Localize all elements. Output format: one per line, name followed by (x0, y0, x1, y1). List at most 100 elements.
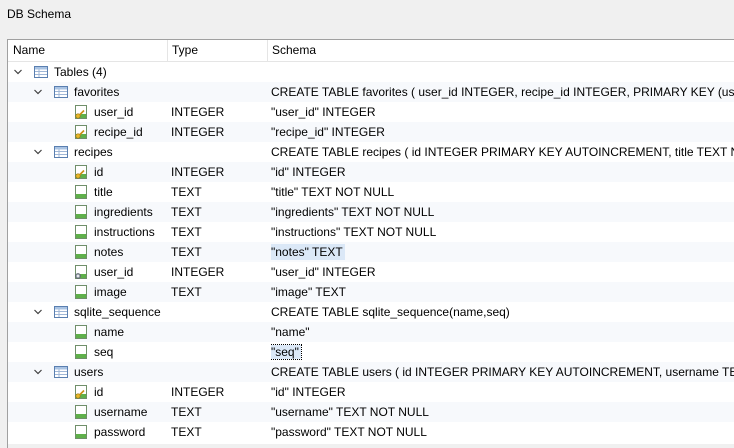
column-type: TEXT (171, 425, 202, 439)
table-schema: CREATE TABLE users ( id INTEGER PRIMARY … (271, 365, 734, 379)
chevron-down-icon[interactable] (33, 87, 43, 97)
table-icon (54, 366, 68, 378)
column-schema: "image" TEXT (271, 285, 346, 299)
schema-tree[interactable]: Name Type Schema Tables (4) favorites CREA… (7, 39, 734, 448)
chevron-down-icon[interactable] (33, 147, 43, 157)
table-schema: CREATE TABLE recipes ( id INTEGER PRIMAR… (271, 145, 734, 159)
column-schema: "username" TEXT NOT NULL (271, 405, 429, 419)
table-name: sqlite_sequence (74, 305, 161, 319)
table-icon (34, 66, 48, 78)
table-schema: CREATE TABLE sqlite_sequence(name,seq) (271, 305, 510, 319)
column-name: ingredients (94, 205, 153, 219)
column-schema: "user_id" INTEGER (271, 105, 376, 119)
column-row[interactable]: user_id INTEGER "user_id" INTEGER (8, 262, 734, 282)
column-type-cell (171, 342, 267, 362)
field-icon (75, 185, 87, 199)
table-row[interactable]: users CREATE TABLE users ( id INTEGER PRI… (8, 362, 734, 382)
header-name[interactable]: Name (8, 40, 167, 61)
column-schema: "title" TEXT NOT NULL (271, 185, 395, 199)
column-type: TEXT (171, 225, 202, 239)
table-name: favorites (74, 85, 120, 99)
table-schema-cell: CREATE TABLE favorites ( user_id INTEGER… (271, 82, 734, 102)
column-name: password (94, 425, 146, 439)
column-type-cell: INTEGER (171, 262, 267, 282)
table-row[interactable]: recipes CREATE TABLE recipes ( id INTEGER… (8, 142, 734, 162)
column-type-cell: TEXT (171, 182, 267, 202)
table-icon (54, 86, 68, 98)
column-schema-cell: "recipe_id" INTEGER (271, 122, 734, 142)
column-schema-cell: "name" (271, 322, 734, 342)
header-type[interactable]: Type (167, 40, 267, 61)
column-schema: "notes" TEXT (271, 244, 345, 260)
column-row[interactable]: user_id INTEGER "user_id" INTEGER (8, 102, 734, 122)
column-schema-cell: "user_id" INTEGER (271, 262, 734, 282)
chevron-down-icon[interactable] (33, 367, 43, 377)
table-schema-cell: CREATE TABLE sqlite_sequence(name,seq) (271, 302, 734, 322)
column-schema-cell: "id" INTEGER (271, 382, 734, 402)
column-schema-cell: "ingredients" TEXT NOT NULL (271, 202, 734, 222)
column-name: image (94, 285, 127, 299)
column-type-cell: INTEGER (171, 122, 267, 142)
table-row[interactable]: sqlite_sequence CREATE TABLE sqlite_seque… (8, 302, 734, 322)
tree-root-row[interactable]: Tables (4) (8, 62, 734, 82)
column-row[interactable]: username TEXT "username" TEXT NOT NULL (8, 402, 734, 422)
chevron-down-icon[interactable] (13, 67, 23, 77)
column-type: TEXT (171, 285, 202, 299)
column-type-cell: TEXT (171, 242, 267, 262)
column-row[interactable]: id INTEGER "id" INTEGER (8, 382, 734, 402)
tree-rows: Tables (4) favorites CREATE TABLE favorite… (8, 62, 734, 442)
field-icon (75, 205, 87, 219)
column-type-cell: TEXT (171, 422, 267, 442)
column-schema-cell: "username" TEXT NOT NULL (271, 402, 734, 422)
field-icon (75, 425, 87, 439)
column-schema: "seq" (271, 344, 302, 360)
column-type: TEXT (171, 185, 202, 199)
table-schema: CREATE TABLE favorites ( user_id INTEGER… (271, 85, 734, 99)
column-row[interactable]: id INTEGER "id" INTEGER (8, 162, 734, 182)
column-name: username (94, 405, 148, 419)
column-name: recipe_id (94, 125, 143, 139)
column-type-cell: TEXT (171, 402, 267, 422)
column-schema-cell: "instructions" TEXT NOT NULL (271, 222, 734, 242)
column-row[interactable]: image TEXT "image" TEXT (8, 282, 734, 302)
column-type-cell: TEXT (171, 202, 267, 222)
column-schema-cell: "title" TEXT NOT NULL (271, 182, 734, 202)
chevron-down-icon[interactable] (33, 307, 43, 317)
field-icon (75, 245, 87, 259)
column-name: name (94, 325, 125, 339)
table-name: users (74, 365, 104, 379)
key-field-icon (75, 105, 87, 119)
column-header: Name Type Schema (8, 40, 734, 62)
column-type: INTEGER (171, 105, 225, 119)
column-row[interactable]: title TEXT "title" TEXT NOT NULL (8, 182, 734, 202)
column-type: INTEGER (171, 385, 225, 399)
column-row[interactable]: name "name" (8, 322, 734, 342)
column-row[interactable]: instructions TEXT "instructions" TEXT NOT … (8, 222, 734, 242)
column-name: notes (94, 245, 124, 259)
horizontal-scrollbar[interactable] (8, 444, 734, 448)
column-row[interactable]: ingredients TEXT "ingredients" TEXT NOT NU… (8, 202, 734, 222)
column-row[interactable]: seq "seq" (8, 342, 734, 362)
column-schema: "id" INTEGER (271, 385, 346, 399)
field-icon (75, 225, 87, 239)
column-schema: "ingredients" TEXT NOT NULL (271, 205, 435, 219)
table-row[interactable]: favorites CREATE TABLE favorites ( user_i… (8, 82, 734, 102)
column-type-cell: INTEGER (171, 162, 267, 182)
column-name: title (94, 185, 113, 199)
column-type-cell (171, 322, 267, 342)
table-schema-cell: CREATE TABLE users ( id INTEGER PRIMARY … (271, 362, 734, 382)
table-icon (54, 146, 68, 158)
column-name: user_id (94, 265, 134, 279)
field-icon (75, 325, 87, 339)
column-schema: "name" (271, 325, 310, 339)
header-schema[interactable]: Schema (267, 40, 734, 61)
column-type-cell: TEXT (171, 282, 267, 302)
field-icon (75, 285, 87, 299)
column-type-cell: INTEGER (171, 102, 267, 122)
column-row[interactable]: recipe_id INTEGER "recipe_id" INTEGER (8, 122, 734, 142)
key-field-icon (75, 165, 87, 179)
column-row[interactable]: password TEXT "password" TEXT NOT NULL (8, 422, 734, 442)
column-schema: "id" INTEGER (271, 165, 346, 179)
column-row[interactable]: notes TEXT "notes" TEXT (8, 242, 734, 262)
column-name: instructions (94, 225, 155, 239)
